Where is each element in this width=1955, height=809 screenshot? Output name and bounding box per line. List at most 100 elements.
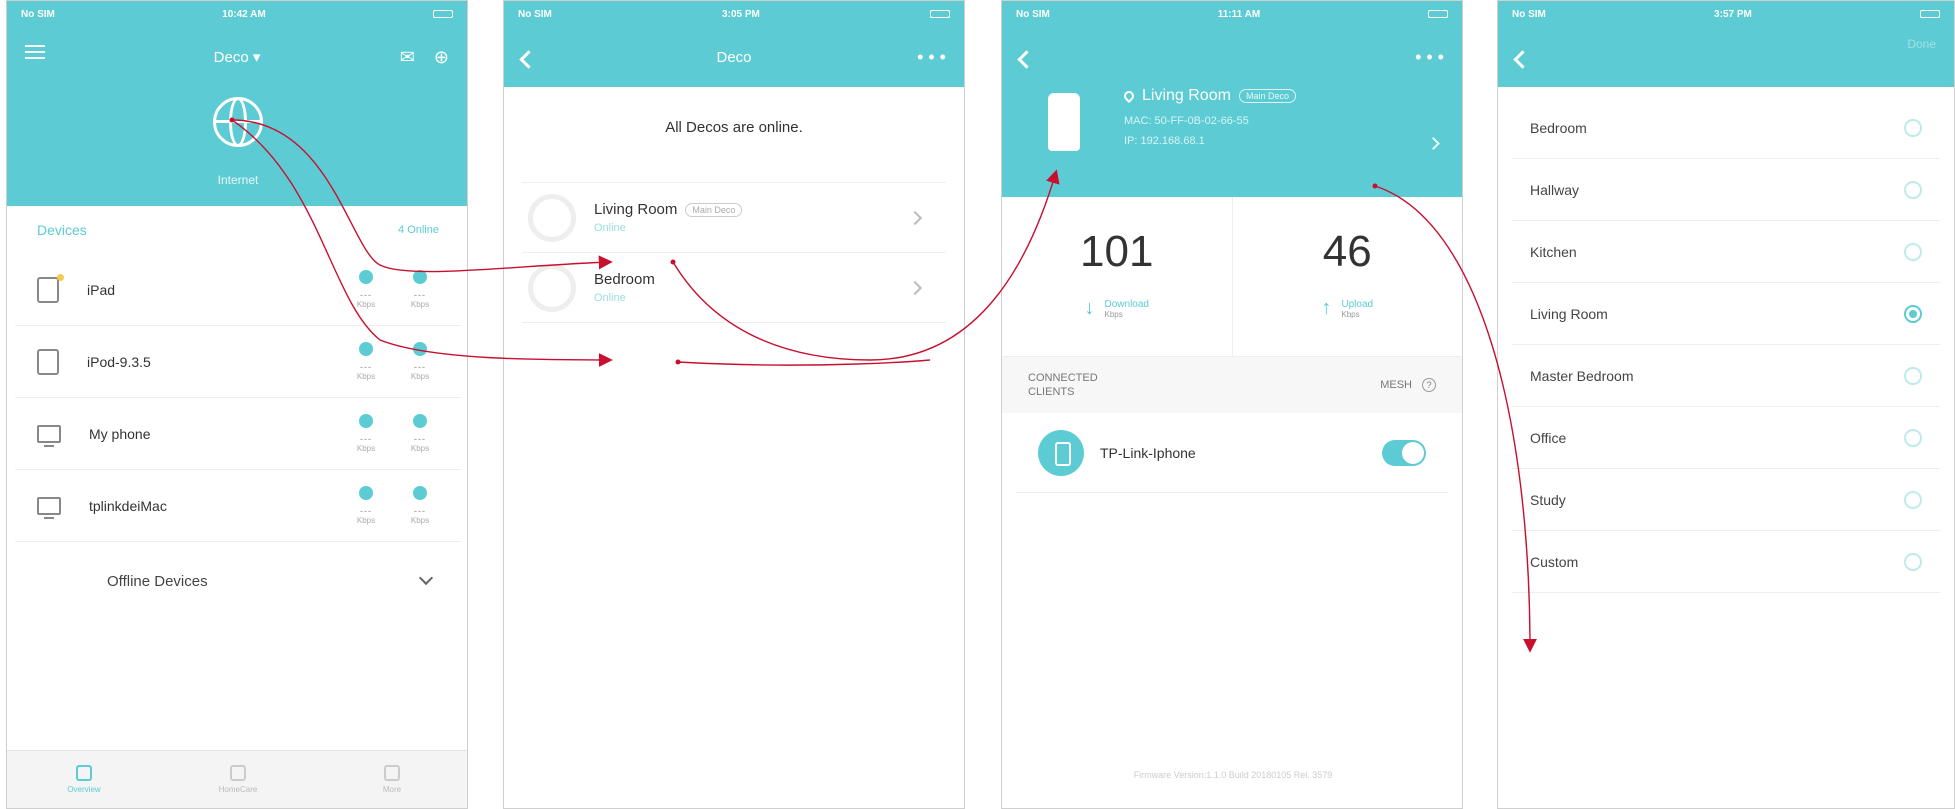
- nav-bar: Deco • • •: [504, 27, 964, 87]
- back-button[interactable]: [1017, 45, 1036, 69]
- tab-homecare[interactable]: HomeCare: [161, 751, 315, 808]
- device-rates: --- Kbps --- Kbps: [353, 414, 433, 453]
- device-rates: --- Kbps --- Kbps: [353, 342, 433, 381]
- menu-button[interactable]: [25, 45, 45, 59]
- clients-header: CONNECTED CLIENTS MESH ?: [1002, 357, 1462, 413]
- upload-label: Upload: [1341, 298, 1374, 310]
- header-actions: ✉ ⊕: [400, 45, 449, 69]
- radio-button[interactable]: [1904, 304, 1922, 323]
- deco-name-row: Living Room Main Deco: [594, 201, 743, 218]
- download-label-row: ↓ Download Kbps: [1085, 297, 1149, 320]
- upload-rate: --- Kbps: [407, 342, 433, 381]
- client-row[interactable]: TP-Link-Iphone: [1016, 413, 1448, 493]
- arrow-up-icon: ↑: [1321, 297, 1332, 319]
- status-bar: No SIM 3:57 PM: [1498, 1, 1954, 27]
- tab-overview[interactable]: Overview: [7, 751, 161, 808]
- devices-card: Devices 4 Online iPad --- Kbps --- Kbps …: [15, 206, 461, 756]
- radio-button[interactable]: [1904, 118, 1922, 137]
- room-option[interactable]: Kitchen: [1512, 221, 1940, 283]
- deco-detail-header: No SIM 11:11 AM • • • Living Room Main D…: [1002, 1, 1462, 197]
- connected-clients-label: CONNECTED CLIENTS: [1028, 372, 1098, 398]
- deco-row-living-room[interactable]: Living Room Main Deco Online: [522, 183, 946, 253]
- download-rate-value: ---: [360, 362, 372, 372]
- device-row[interactable]: My phone --- Kbps --- Kbps: [15, 398, 461, 470]
- more-button[interactable]: • • •: [917, 45, 946, 69]
- device-name: iPad: [87, 281, 116, 298]
- device-name: iPod-9.3.5: [87, 353, 151, 370]
- upload-rate-icon: [413, 270, 427, 284]
- carrier-text: No SIM: [1512, 8, 1546, 20]
- homecare-tab-icon: [230, 765, 246, 781]
- download-rate-unit: Kbps: [356, 300, 376, 309]
- done-button[interactable]: Done: [1907, 37, 1936, 51]
- radio-button[interactable]: [1904, 242, 1922, 261]
- mesh-toggle[interactable]: [1382, 439, 1426, 466]
- upload-rate: --- Kbps: [407, 486, 433, 525]
- network-selector[interactable]: Deco ▾: [214, 48, 261, 66]
- download-rate-value: ---: [360, 506, 372, 516]
- devices-header: Devices 4 Online: [15, 206, 461, 254]
- room-option[interactable]: Master Bedroom: [1512, 345, 1940, 407]
- radio-button[interactable]: [1904, 490, 1922, 509]
- more-button[interactable]: • • •: [1415, 45, 1444, 69]
- deco-info: Bedroom Online: [594, 271, 655, 304]
- online-status-message: All Decos are online.: [665, 119, 803, 136]
- download-rate-unit: Kbps: [356, 372, 376, 381]
- radio-button[interactable]: [1904, 366, 1922, 385]
- device-name: My phone: [89, 425, 151, 442]
- download-rate-value: ---: [360, 434, 372, 444]
- room-option[interactable]: Living Room: [1512, 283, 1940, 345]
- device-row[interactable]: iPad --- Kbps --- Kbps: [15, 254, 461, 326]
- room-name: Master Bedroom: [1530, 367, 1634, 384]
- back-button[interactable]: [1513, 45, 1532, 69]
- mail-icon[interactable]: ✉: [400, 47, 415, 67]
- tab-more[interactable]: More: [315, 751, 467, 808]
- download-rate-unit: Kbps: [356, 444, 376, 453]
- room-option[interactable]: Bedroom: [1512, 97, 1940, 159]
- upload-rate: --- Kbps: [407, 270, 433, 309]
- tab-bar: Overview HomeCare More: [7, 750, 467, 808]
- help-icon[interactable]: ?: [1422, 378, 1436, 392]
- back-button[interactable]: [519, 45, 538, 69]
- room-name: Bedroom: [1530, 119, 1587, 136]
- device-row[interactable]: tplinkdeiMac --- Kbps --- Kbps: [15, 470, 461, 542]
- clock-text: 11:11 AM: [1217, 8, 1261, 20]
- new-badge-icon: [57, 273, 64, 281]
- offline-devices-row[interactable]: Offline Devices: [15, 542, 461, 620]
- room-option[interactable]: Custom: [1512, 531, 1940, 593]
- upload-rate-value: ---: [414, 290, 426, 300]
- room-name: Office: [1530, 429, 1567, 446]
- network-header: No SIM 10:42 AM Deco ▾ ✉ ⊕ Internet: [7, 1, 467, 206]
- download-rate: --- Kbps: [353, 414, 379, 453]
- nav-bar: [1498, 27, 1954, 87]
- battery-icon: [1920, 10, 1940, 18]
- download-unit: Kbps: [1104, 309, 1123, 319]
- radio-button[interactable]: [1904, 552, 1922, 571]
- room-option[interactable]: Study: [1512, 469, 1940, 531]
- internet-globe-icon[interactable]: [213, 97, 263, 147]
- devices-count[interactable]: 4 Online: [398, 224, 439, 236]
- upload-unit: Kbps: [1341, 309, 1360, 319]
- radio-button[interactable]: [1904, 428, 1922, 447]
- back-arrow-icon: [1017, 50, 1036, 69]
- clock-text: 3:05 PM: [722, 8, 760, 20]
- deco-row-bedroom[interactable]: Bedroom Online: [522, 253, 946, 323]
- mesh-header: MESH ?: [1380, 378, 1436, 392]
- speed-panel: 101 ↓ Download Kbps 46 ↑ Upload Kbps: [1002, 197, 1462, 357]
- upload-rate-unit: Kbps: [410, 516, 430, 525]
- download-rate: --- Kbps: [353, 270, 379, 309]
- upload-rate-value: ---: [414, 362, 426, 372]
- device-row[interactable]: iPod-9.3.5 --- Kbps --- Kbps: [15, 326, 461, 398]
- room-option[interactable]: Hallway: [1512, 159, 1940, 221]
- chevron-down-icon: [418, 570, 434, 586]
- room-option[interactable]: Office: [1512, 407, 1940, 469]
- device-rates: --- Kbps --- Kbps: [353, 486, 433, 525]
- deco-info[interactable]: Living Room Main Deco MAC: 50-FF-0B-02-6…: [1121, 87, 1296, 147]
- add-icon[interactable]: ⊕: [434, 47, 449, 67]
- chevron-right-icon[interactable]: [1427, 137, 1440, 150]
- radio-button[interactable]: [1904, 180, 1922, 199]
- battery-icon: [433, 10, 453, 18]
- tab-label: More: [382, 785, 402, 794]
- upload-rate-value: ---: [414, 506, 426, 516]
- nav-bar: Deco ▾ ✉ ⊕: [7, 27, 467, 87]
